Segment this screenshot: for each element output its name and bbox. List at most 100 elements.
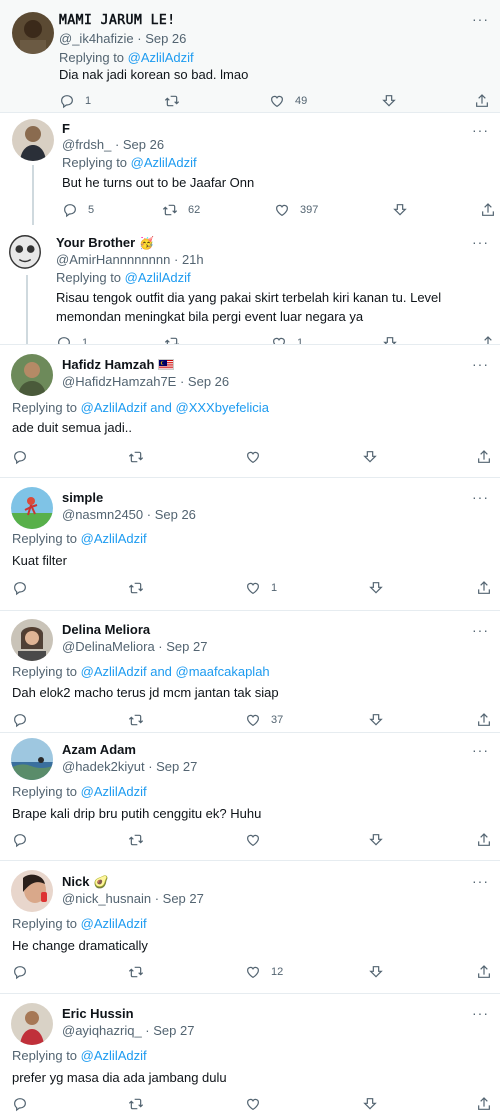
retweet-button[interactable]: [128, 449, 154, 465]
retweet-button[interactable]: [128, 832, 154, 848]
replying-to-link[interactable]: @AzlilAdzif and @XXXbyefelicia: [81, 400, 269, 415]
like-button[interactable]: 1: [271, 335, 303, 344]
share-button[interactable]: [476, 1096, 492, 1112]
author-name[interactable]: F: [62, 121, 70, 136]
author-handle[interactable]: @ayiqhazriq_: [62, 1023, 142, 1038]
retweet-button[interactable]: [164, 93, 190, 109]
reply-button[interactable]: [12, 580, 38, 596]
tweet-date[interactable]: Sep 26: [155, 507, 196, 522]
tweet-date[interactable]: Sep 27: [156, 759, 197, 774]
tweet-card[interactable]: Delina Meliora @DelinaMeliora · Sep 27 R…: [0, 611, 500, 733]
more-icon[interactable]: ···: [472, 123, 488, 137]
replying-to-link[interactable]: @AzlilAdzif: [128, 50, 194, 65]
share-button[interactable]: [480, 202, 496, 218]
more-icon[interactable]: ···: [472, 12, 488, 26]
tweet-card[interactable]: Azam Adam @hadek2kiyut · Sep 27 Replying…: [0, 733, 500, 861]
author-handle[interactable]: @nick_husnain: [62, 891, 151, 906]
replying-to-link[interactable]: @AzlilAdzif: [131, 155, 197, 170]
reply-button[interactable]: 1: [59, 93, 91, 109]
tweet-date[interactable]: 21h: [182, 252, 204, 267]
author-name[interactable]: 𝙼𝙰𝙼𝙸 𝙹𝙰𝚁𝚄𝙼 𝙻𝙴!: [59, 13, 176, 28]
share-button[interactable]: [476, 964, 492, 980]
author-name[interactable]: Your Brother: [56, 235, 135, 250]
download-button[interactable]: [368, 964, 384, 980]
download-button[interactable]: [381, 93, 397, 109]
tweet-card[interactable]: Your Brother 🥳 @AmirHannnnnnnn · 21h Rep…: [0, 225, 500, 345]
replying-to-link[interactable]: @AzlilAdzif and @maafcakaplah: [81, 664, 270, 679]
download-button[interactable]: [362, 1096, 378, 1112]
replying-to-link[interactable]: @AzlilAdzif: [81, 1048, 147, 1063]
tweet-card[interactable]: Eric Hussin @ayiqhazriq_ · Sep 27 Replyi…: [0, 994, 500, 1115]
like-button[interactable]: [245, 449, 271, 465]
author-handle[interactable]: @nasmn2450: [62, 507, 143, 522]
reply-button[interactable]: 5: [62, 202, 94, 218]
like-button[interactable]: [245, 1096, 271, 1112]
avatar[interactable]: [11, 487, 53, 529]
more-icon[interactable]: ···: [472, 235, 488, 249]
reply-button[interactable]: [12, 964, 38, 980]
reply-button[interactable]: [12, 449, 38, 465]
download-button[interactable]: [392, 202, 408, 218]
tweet-card[interactable]: Hafidz Hamzah @HafidzHamzah7E · Sep 26 R…: [0, 345, 500, 478]
avatar[interactable]: [12, 119, 54, 161]
retweet-button[interactable]: [128, 1096, 154, 1112]
share-button[interactable]: [476, 449, 492, 465]
author-name[interactable]: simple: [62, 490, 103, 505]
retweet-button[interactable]: [128, 712, 154, 728]
tweet-date[interactable]: Sep 26: [123, 137, 164, 152]
download-button[interactable]: [382, 335, 398, 345]
author-handle[interactable]: @HafidzHamzah7E: [62, 374, 176, 389]
more-icon[interactable]: ···: [472, 1006, 488, 1020]
author-handle[interactable]: @hadek2kiyut: [62, 759, 145, 774]
author-handle[interactable]: @AmirHannnnnnnn: [56, 252, 170, 267]
share-button[interactable]: [476, 832, 492, 848]
like-button[interactable]: 12: [245, 964, 283, 980]
avatar[interactable]: [12, 12, 54, 54]
tweet-date[interactable]: Sep 26: [145, 31, 186, 46]
share-button[interactable]: [476, 580, 492, 596]
download-button[interactable]: [368, 712, 384, 728]
reply-button[interactable]: 1: [56, 335, 88, 344]
like-button[interactable]: 49: [269, 93, 307, 109]
tweet-card[interactable]: F @frdsh_ · Sep 26 Replying to @AzlilAdz…: [0, 113, 500, 225]
author-name[interactable]: Hafidz Hamzah: [62, 357, 154, 372]
replying-to-link[interactable]: @AzlilAdzif: [81, 916, 147, 931]
like-button[interactable]: 397: [274, 202, 318, 218]
like-button[interactable]: [245, 832, 271, 848]
tweet-card[interactable]: simple @nasmn2450 · Sep 26 Replying to @…: [0, 478, 500, 611]
replying-to-link[interactable]: @AzlilAdzif: [125, 270, 191, 285]
avatar[interactable]: [11, 870, 53, 912]
retweet-button[interactable]: [128, 580, 154, 596]
share-button[interactable]: [474, 93, 490, 109]
avatar[interactable]: [11, 1003, 53, 1045]
reply-button[interactable]: [12, 1096, 38, 1112]
author-name[interactable]: Delina Meliora: [62, 622, 150, 637]
author-handle[interactable]: @_ik4hafizie: [59, 31, 134, 46]
more-icon[interactable]: ···: [472, 874, 488, 888]
download-button[interactable]: [362, 449, 378, 465]
more-icon[interactable]: ···: [472, 623, 488, 637]
avatar[interactable]: [11, 738, 53, 780]
replying-to-link[interactable]: @AzlilAdzif: [81, 784, 147, 799]
retweet-button[interactable]: [164, 335, 190, 345]
share-button[interactable]: [480, 335, 496, 345]
author-name[interactable]: Eric Hussin: [62, 1006, 134, 1021]
author-handle[interactable]: @DelinaMeliora: [62, 639, 155, 654]
like-button[interactable]: 1: [245, 580, 277, 596]
download-button[interactable]: [368, 832, 384, 848]
tweet-date[interactable]: Sep 27: [153, 1023, 194, 1038]
tweet-date[interactable]: Sep 27: [163, 891, 204, 906]
replying-to-link[interactable]: @AzlilAdzif: [81, 531, 147, 546]
avatar[interactable]: [11, 354, 53, 396]
more-icon[interactable]: ···: [472, 743, 488, 757]
more-icon[interactable]: ···: [472, 357, 488, 371]
retweet-button[interactable]: 62: [162, 202, 200, 218]
reply-button[interactable]: [12, 712, 38, 728]
more-icon[interactable]: ···: [472, 490, 488, 504]
author-handle[interactable]: @frdsh_: [62, 137, 111, 152]
retweet-button[interactable]: [128, 964, 154, 980]
download-button[interactable]: [368, 580, 384, 596]
tweet-card[interactable]: 𝙼𝙰𝙼𝙸 𝙹𝙰𝚁𝚄𝙼 𝙻𝙴! @_ik4hafizie · Sep 26 Rep…: [0, 0, 500, 113]
like-button[interactable]: 37: [245, 712, 283, 728]
tweet-date[interactable]: Sep 27: [166, 639, 207, 654]
